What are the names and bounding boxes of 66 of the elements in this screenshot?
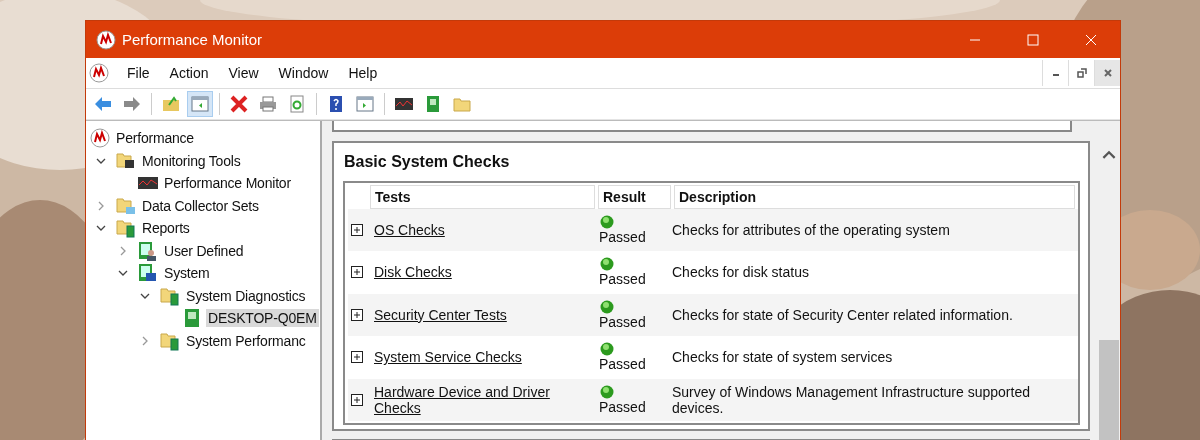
maximize-icon[interactable] bbox=[1027, 33, 1039, 46]
tree-item[interactable]: Performance bbox=[114, 129, 196, 148]
tree-item[interactable]: Data Collector Sets bbox=[140, 196, 261, 215]
test-link[interactable]: Security Center Tests bbox=[374, 306, 507, 323]
restore-icon[interactable] bbox=[1076, 68, 1087, 78]
section-title: Basic System Checks bbox=[343, 151, 511, 172]
menu-item[interactable]: Window bbox=[268, 65, 339, 81]
close-button[interactable] bbox=[1094, 60, 1120, 86]
report-folder-icon bbox=[160, 285, 180, 306]
result-text: Passed bbox=[599, 356, 646, 373]
gauge-icon bbox=[96, 29, 116, 50]
report-icon bbox=[182, 308, 202, 329]
column-header: Tests bbox=[370, 184, 595, 209]
description-text: Checks for state of Security Center related information. bbox=[671, 306, 1014, 323]
status-dot-icon bbox=[600, 214, 614, 229]
tree-item[interactable]: System Performanc bbox=[184, 331, 308, 350]
gauge-icon bbox=[89, 63, 109, 83]
status-dot-icon bbox=[600, 342, 614, 357]
expand-icon[interactable] bbox=[351, 266, 363, 279]
test-link[interactable]: OS Checks bbox=[374, 221, 445, 238]
result-text: Passed bbox=[599, 398, 646, 415]
expand-icon[interactable] bbox=[351, 223, 363, 236]
description-text: Checks for state of system services bbox=[671, 349, 894, 366]
column-header: Description bbox=[674, 184, 1075, 209]
tree-item[interactable]: User Defined bbox=[162, 241, 246, 260]
result-text: Passed bbox=[599, 313, 646, 330]
description-text: Survey of Windows Management Infrastructure supported devices. bbox=[671, 383, 1031, 416]
tree-item[interactable]: Monitoring Tools bbox=[140, 151, 243, 170]
column-header: Result bbox=[598, 184, 671, 209]
chevron-right-icon[interactable] bbox=[118, 245, 128, 256]
scroll-up-icon[interactable] bbox=[1102, 150, 1116, 159]
menu-item[interactable]: Action bbox=[159, 65, 219, 81]
report-folder-icon bbox=[160, 330, 180, 351]
status-dot-icon bbox=[600, 384, 614, 399]
report-folder-icon bbox=[116, 218, 136, 239]
chevron-right-icon[interactable] bbox=[96, 200, 106, 211]
result-text: Passed bbox=[599, 228, 646, 245]
scroll-thumb[interactable] bbox=[1099, 340, 1119, 440]
expand-icon[interactable] bbox=[351, 351, 363, 364]
description-text: Checks for attributes of the operating system bbox=[671, 221, 951, 238]
gauge-icon bbox=[90, 128, 110, 149]
folder-icon bbox=[116, 150, 136, 171]
status-dot-icon bbox=[600, 299, 614, 314]
menu-item[interactable]: View bbox=[218, 65, 269, 81]
test-link[interactable]: Disk Checks bbox=[374, 264, 452, 281]
description-text: Checks for disk status bbox=[671, 264, 810, 281]
expand-icon[interactable] bbox=[351, 308, 363, 321]
result-text: Passed bbox=[599, 271, 646, 288]
menu-item[interactable]: File bbox=[117, 65, 160, 81]
chevron-right-icon[interactable] bbox=[140, 335, 150, 346]
computer-report-icon bbox=[138, 263, 158, 284]
close-icon[interactable] bbox=[1102, 68, 1113, 78]
tree-item[interactable]: DESKTOP-Q0EM bbox=[206, 309, 319, 328]
test-link[interactable]: System Service Checks bbox=[374, 349, 522, 366]
test-link[interactable]: Hardware Device and Driver Checks bbox=[374, 383, 591, 416]
tree-item[interactable]: System Diagnostics bbox=[184, 286, 308, 305]
tree-item[interactable]: Reports bbox=[140, 219, 192, 238]
folder-icon bbox=[116, 195, 136, 216]
tree-item[interactable]: System bbox=[162, 264, 212, 283]
user-report-icon bbox=[138, 240, 158, 261]
panel-icon[interactable] bbox=[187, 91, 213, 117]
status-dot-icon bbox=[600, 257, 614, 272]
tree-item[interactable]: Performance Monitor bbox=[162, 174, 293, 193]
window-title: Performance Monitor bbox=[122, 31, 263, 48]
expand-icon[interactable] bbox=[351, 393, 363, 406]
menu-item[interactable]: Help bbox=[338, 65, 388, 81]
